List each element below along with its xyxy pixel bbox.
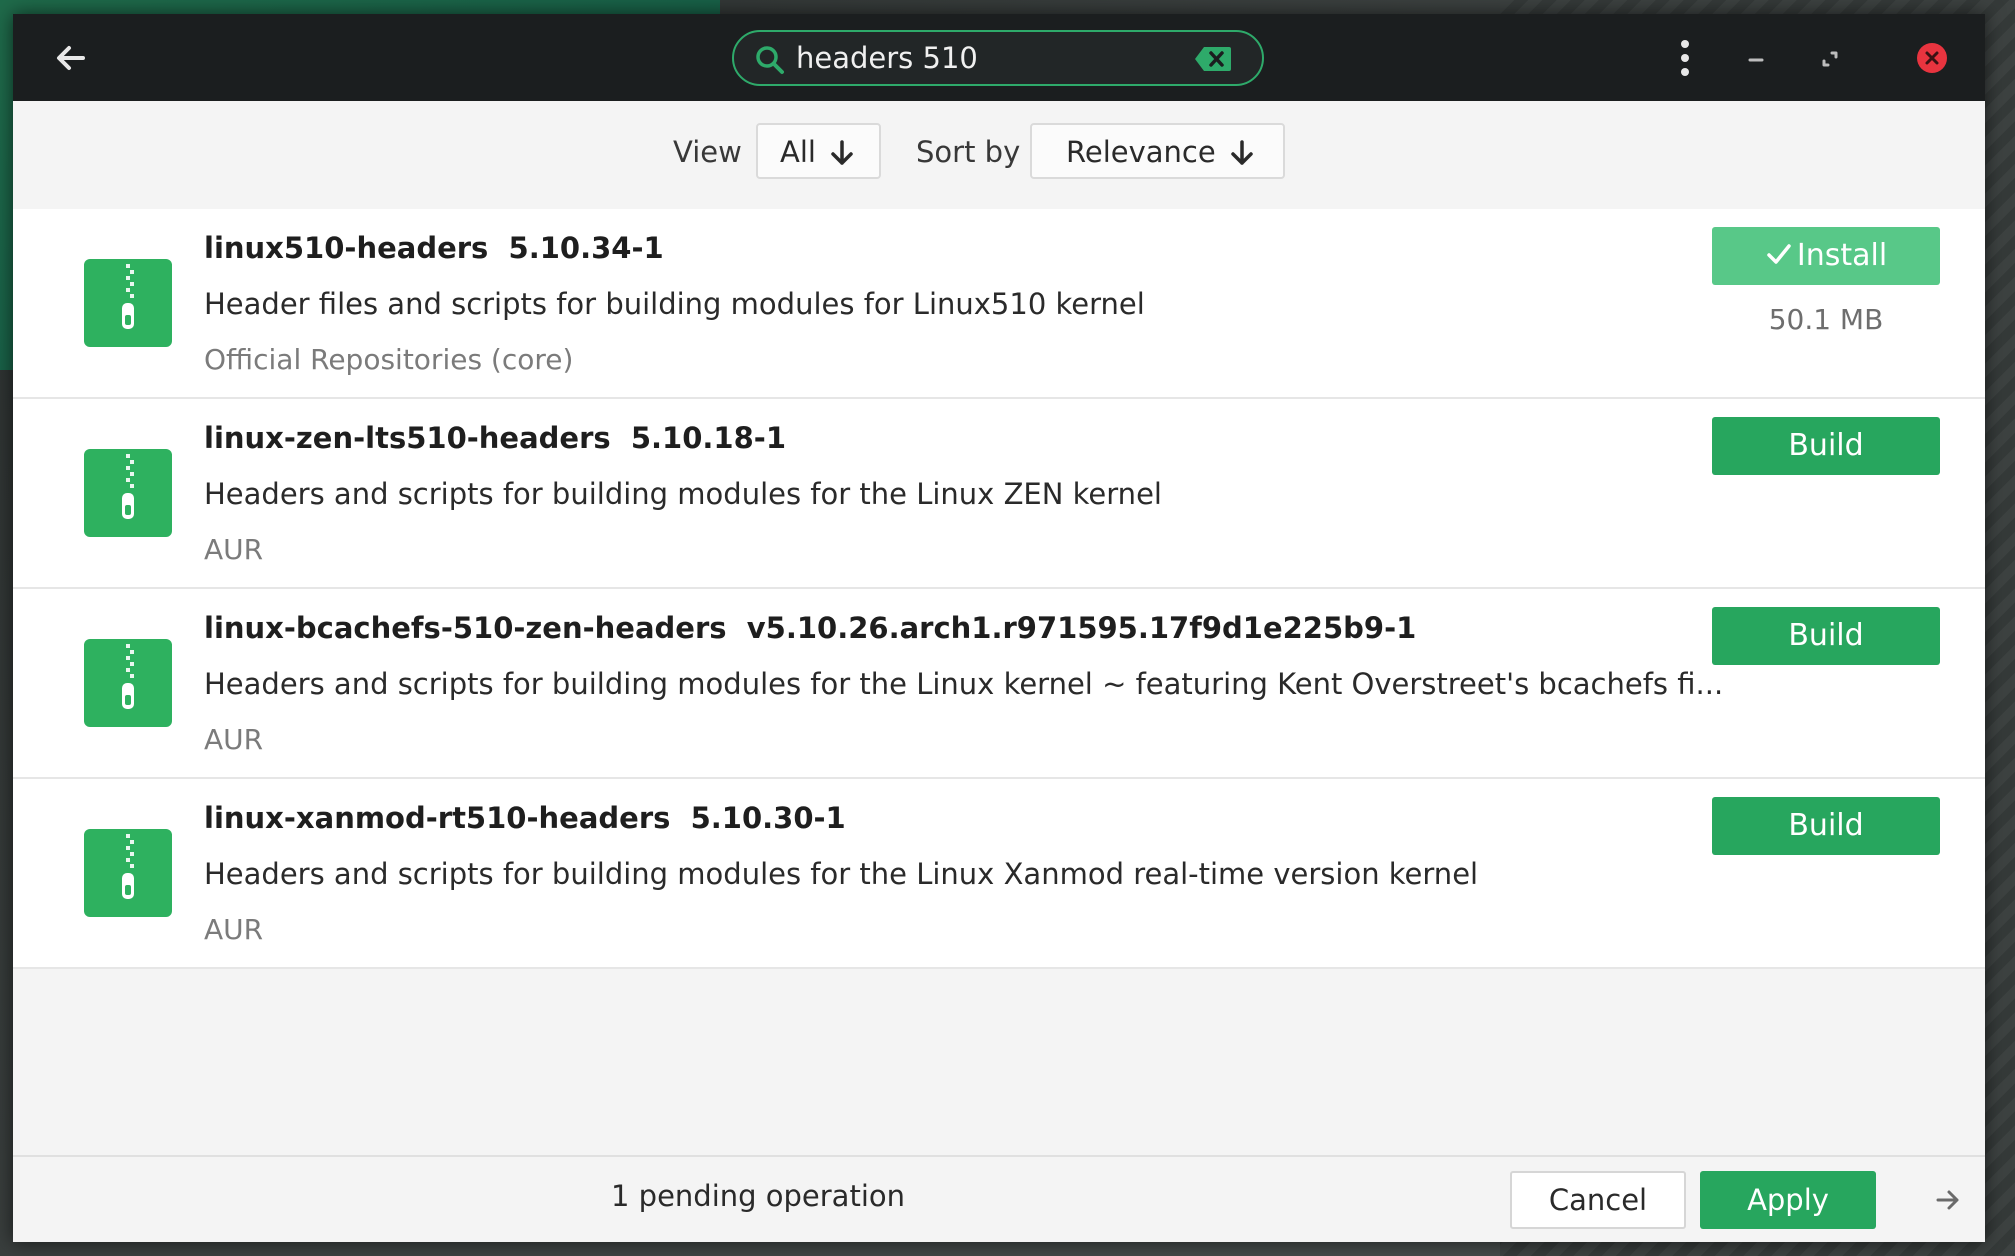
back-arrow-icon[interactable] bbox=[51, 38, 91, 78]
app-window: View All Sort by Relevance linux510-head… bbox=[13, 14, 1985, 1242]
package-size: 50.1 MB bbox=[1768, 303, 1884, 336]
build-button[interactable]: Build bbox=[1712, 417, 1940, 475]
search-input[interactable] bbox=[796, 38, 1196, 78]
archive-package-icon bbox=[84, 449, 172, 537]
arrow-down-icon bbox=[1231, 140, 1253, 165]
archive-package-icon bbox=[84, 829, 172, 917]
sort-dropdown-value: Relevance bbox=[1066, 135, 1216, 169]
view-dropdown[interactable]: All bbox=[756, 123, 881, 179]
package-version: 5.10.34-1 bbox=[508, 231, 664, 265]
build-button[interactable]: Build bbox=[1712, 797, 1940, 855]
archive-package-icon bbox=[84, 639, 172, 727]
package-row[interactable]: linux-zen-lts510-headers 5.10.18-1 Heade… bbox=[13, 399, 1985, 589]
package-title: linux-bcachefs-510-zen-headers v5.10.26.… bbox=[204, 611, 1416, 645]
search-icon bbox=[754, 44, 786, 76]
package-description: Headers and scripts for building modules… bbox=[204, 667, 1724, 701]
package-version: v5.10.26.arch1.r971595.17f9d1e225b9-1 bbox=[746, 611, 1417, 645]
sort-label: Sort by bbox=[916, 135, 1021, 169]
install-button-label: Install bbox=[1796, 238, 1888, 273]
package-title: linux510-headers 5.10.34-1 bbox=[204, 231, 664, 265]
package-row[interactable]: linux-xanmod-rt510-headers 5.10.30-1 Hea… bbox=[13, 779, 1985, 969]
maximize-icon[interactable] bbox=[1815, 44, 1845, 74]
cancel-button[interactable]: Cancel bbox=[1510, 1171, 1686, 1229]
package-description: Headers and scripts for building modules… bbox=[204, 477, 1162, 511]
package-row[interactable]: linux-bcachefs-510-zen-headers v5.10.26.… bbox=[13, 589, 1985, 779]
apply-button[interactable]: Apply bbox=[1700, 1171, 1876, 1229]
build-button[interactable]: Build bbox=[1712, 607, 1940, 665]
arrow-down-icon bbox=[831, 140, 853, 165]
package-description: Headers and scripts for building modules… bbox=[204, 857, 1479, 891]
package-name: linux-xanmod-rt510-headers bbox=[204, 801, 671, 835]
pending-operations-status: 1 pending operation bbox=[611, 1179, 906, 1213]
package-name: linux-bcachefs-510-zen-headers bbox=[204, 611, 727, 645]
package-description: Header files and scripts for building mo… bbox=[204, 287, 1145, 321]
package-title: linux-zen-lts510-headers 5.10.18-1 bbox=[204, 421, 786, 455]
checkmark-icon bbox=[1767, 244, 1791, 264]
package-row[interactable]: linux510-headers 5.10.34-1 Header files … bbox=[13, 209, 1985, 399]
package-version: 5.10.30-1 bbox=[690, 801, 846, 835]
package-version: 5.10.18-1 bbox=[630, 421, 786, 455]
install-toggle-button[interactable]: Install bbox=[1712, 227, 1940, 285]
package-name: linux-zen-lts510-headers bbox=[204, 421, 611, 455]
minimize-icon[interactable] bbox=[1741, 44, 1771, 74]
package-repository: AUR bbox=[204, 533, 264, 566]
kebab-menu-icon[interactable] bbox=[1673, 36, 1697, 80]
view-label: View bbox=[673, 135, 742, 169]
forward-arrow-icon[interactable] bbox=[1933, 1185, 1963, 1215]
search-box bbox=[732, 30, 1264, 86]
footer-bar: 1 pending operation Cancel Apply bbox=[13, 1155, 1985, 1242]
clear-search-icon[interactable] bbox=[1194, 46, 1232, 72]
package-repository: AUR bbox=[204, 723, 264, 756]
view-dropdown-value: All bbox=[780, 135, 816, 169]
close-icon[interactable] bbox=[1916, 42, 1948, 74]
package-repository: AUR bbox=[204, 913, 264, 946]
package-name: linux510-headers bbox=[204, 231, 489, 265]
filter-bar: View All Sort by Relevance bbox=[13, 101, 1985, 210]
package-title: linux-xanmod-rt510-headers 5.10.30-1 bbox=[204, 801, 846, 835]
sort-dropdown[interactable]: Relevance bbox=[1030, 123, 1285, 179]
header-bar bbox=[13, 14, 1985, 101]
archive-package-icon bbox=[84, 259, 172, 347]
package-repository: Official Repositories (core) bbox=[204, 343, 574, 376]
